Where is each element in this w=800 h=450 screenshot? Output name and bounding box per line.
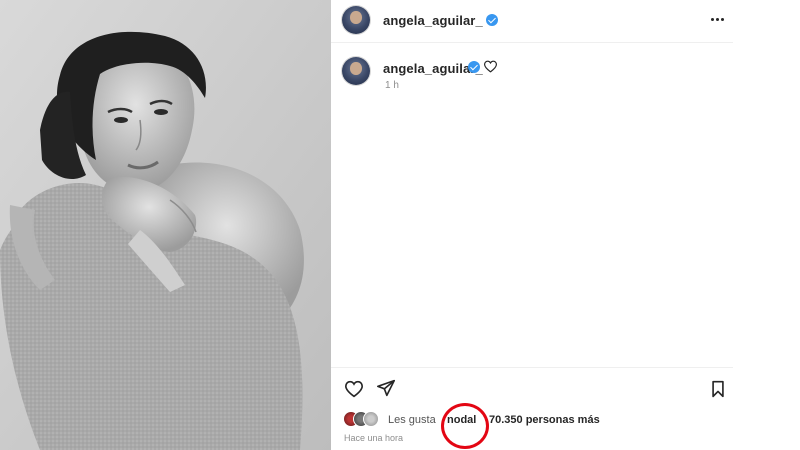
verified-badge-icon	[486, 14, 498, 26]
more-options-icon[interactable]	[709, 12, 727, 26]
likes-summary: Les gusta nodal 70.350 personas más	[343, 411, 733, 429]
instagram-post: angela_aguilar_ angela_aguilar_ 1 h Les …	[0, 0, 800, 450]
page-margin	[733, 0, 800, 450]
post-timestamp: Hace una hora	[344, 433, 404, 443]
highlight-circle	[441, 403, 489, 449]
portrait-illustration	[0, 0, 331, 450]
caption-verified-badge-icon	[468, 61, 480, 73]
likes-count[interactable]: 70.350 personas más	[489, 414, 600, 426]
post-header: angela_aguilar_	[331, 0, 733, 43]
share-send-icon[interactable]	[376, 379, 396, 397]
caption-avatar[interactable]	[342, 57, 370, 85]
like-heart-icon[interactable]	[344, 380, 364, 398]
liker-avatar-3[interactable]	[363, 411, 379, 427]
caption-like-heart-icon[interactable]	[483, 60, 498, 73]
post-photo[interactable]	[0, 0, 331, 450]
author-username[interactable]: angela_aguilar_	[383, 13, 483, 28]
save-bookmark-icon[interactable]	[710, 380, 726, 398]
caption-timestamp: 1 h	[385, 80, 399, 91]
author-avatar[interactable]	[342, 6, 370, 34]
footer-divider	[331, 367, 733, 368]
likes-prefix: Les gusta	[388, 414, 436, 426]
post-details-panel: angela_aguilar_ angela_aguilar_ 1 h Les …	[331, 0, 733, 450]
